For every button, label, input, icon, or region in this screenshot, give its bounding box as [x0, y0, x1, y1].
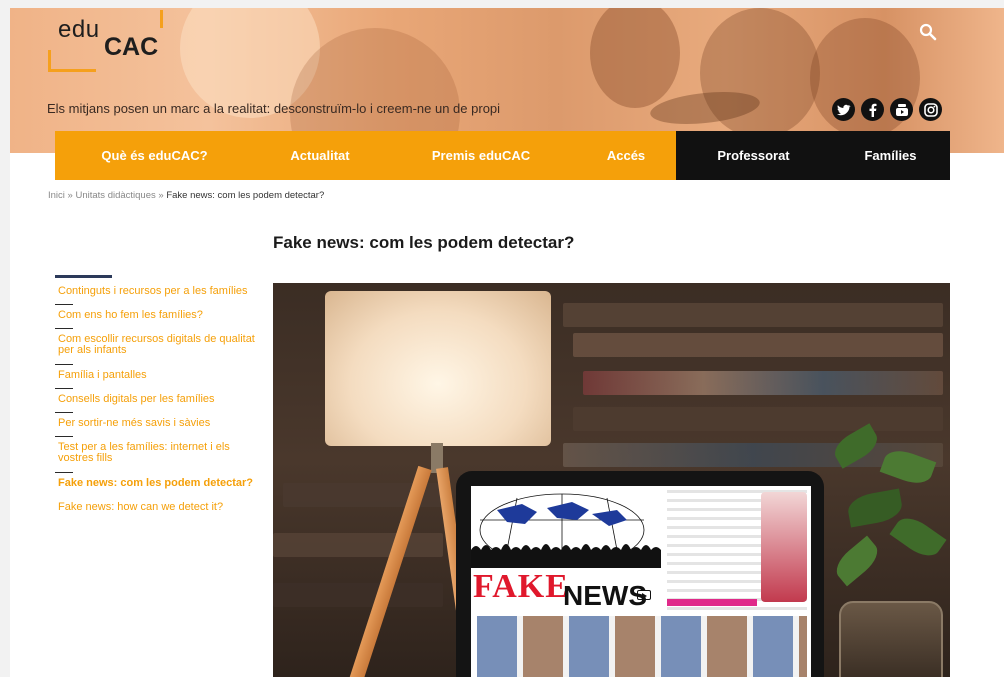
bookshelf-row — [273, 583, 443, 607]
social-links — [832, 98, 942, 121]
banner-photo-shape — [590, 8, 680, 108]
sidebar-item-rule — [55, 328, 73, 329]
search-icon[interactable] — [918, 22, 938, 42]
instagram-icon[interactable] — [919, 98, 942, 121]
main-nav-orange: Què és eduCAC? Actualitat Premis eduCAC … — [55, 131, 676, 180]
educac-logo[interactable]: edu CAC — [48, 10, 163, 72]
breadcrumb-current: Fake news: com les podem detectar? — [166, 190, 325, 201]
twitter-icon[interactable] — [832, 98, 855, 121]
sidebar-item-label: Com escollir recursos digitals de qualit… — [58, 333, 255, 356]
main-nav-dark: Professorat Famílies — [676, 131, 950, 180]
sidebar-item-test-families[interactable]: Test per a les famílies: internet i els … — [55, 436, 245, 464]
tablet-screen: FAKE NEWS — [471, 486, 811, 677]
sidebar-item-label: Fake news: com les podem detectar? — [58, 477, 254, 489]
plant-leaf — [889, 511, 947, 563]
sidebar-item-label: Per sortir-ne més savis i sàvies — [58, 417, 211, 429]
sidebar-item-rule — [55, 388, 73, 389]
fake-news-headline-fake: FAKE — [473, 568, 569, 605]
sidebar-item-consells-digitals[interactable]: Consells digitals per les famílies — [55, 388, 215, 405]
nav-item-premis-educac[interactable]: Premis eduCAC — [386, 131, 576, 180]
window-left-edge — [0, 0, 10, 677]
logo-corner-bar — [160, 10, 163, 28]
bookshelf-row — [573, 407, 943, 431]
logo-text-cac: CAC — [104, 33, 159, 61]
sidebar-item-com-escollir-recursos[interactable]: Com escollir recursos digitals de qualit… — [55, 328, 255, 356]
breadcrumb-section[interactable]: Unitats didàctiques — [75, 190, 155, 201]
bookshelf-row — [273, 533, 443, 557]
glass-jar — [839, 601, 943, 677]
sidebar-item-rule — [55, 412, 73, 413]
plant-leaf — [830, 535, 884, 587]
youtube-icon[interactable] — [890, 98, 913, 121]
main-nav: Què és eduCAC? Actualitat Premis eduCAC … — [55, 131, 950, 180]
sidebar-item-continguts[interactable]: Continguts i recursos per a les famílies — [55, 286, 248, 297]
screen-pink-banner — [667, 599, 757, 606]
sidebar-item-per-sortir-ne[interactable]: Per sortir-ne més savis i sàvies — [55, 412, 211, 429]
sidebar-item-label: Continguts i recursos per a les famílies — [58, 285, 248, 297]
sidebar-item-fake-news-en[interactable]: Fake news: how can we detect it? — [55, 502, 223, 513]
bookshelf-row — [573, 333, 943, 357]
sidebar-item-rule — [55, 472, 73, 473]
fake-news-headline-news: NEWS — [563, 580, 647, 611]
nav-item-acces[interactable]: Accés — [576, 131, 676, 180]
logo-text-edu: edu — [58, 16, 100, 43]
window-top-edge — [0, 0, 1004, 8]
breadcrumb-home[interactable]: Inici — [48, 190, 65, 201]
sidebar-item-label: Consells digitals per les famílies — [58, 393, 215, 405]
sidebar-item-familia-i-pantalles[interactable]: Família i pantalles — [55, 364, 147, 381]
nav-item-families[interactable]: Famílies — [831, 131, 950, 180]
page-title: Fake news: com les podem detectar? — [273, 233, 575, 252]
hero-image: FAKE NEWS — [273, 283, 950, 677]
screen-thumbnails — [477, 616, 807, 677]
screen-person-photo — [761, 492, 807, 602]
breadcrumb: Inici » Unitats didàctiques » Fake news:… — [48, 190, 324, 201]
sidebar-item-rule — [55, 304, 73, 305]
sidebar-item-label: Test per a les famílies: internet i els … — [58, 441, 230, 464]
crowd-silhouette-graphic — [471, 544, 661, 568]
breadcrumb-separator: » — [158, 190, 164, 201]
sidebar-item-fake-news-ca[interactable]: Fake news: com les podem detectar? — [55, 472, 254, 489]
plant-leaf — [845, 488, 905, 528]
sidebar-top-rule — [55, 275, 112, 278]
logo-corner-bar — [48, 69, 96, 72]
site-tagline: Els mitjans posen un marc a la realitat:… — [47, 101, 501, 116]
sidebar-item-label: Com ens ho fem les famílies? — [58, 309, 203, 321]
nav-item-que-es-educac[interactable]: Què és eduCAC? — [55, 131, 254, 180]
nav-item-professorat[interactable]: Professorat — [676, 131, 831, 180]
lamp-shade — [325, 291, 551, 446]
sidebar-item-label: Fake news: how can we detect it? — [58, 501, 224, 513]
facebook-icon[interactable] — [861, 98, 884, 121]
nav-item-actualitat[interactable]: Actualitat — [254, 131, 386, 180]
sidebar-item-rule — [55, 436, 73, 437]
sidebar-item-label: Família i pantalles — [58, 369, 147, 381]
sidebar-item-com-ens-ho-fem[interactable]: Com ens ho fem les famílies? — [55, 304, 203, 321]
sidebar-item-rule — [55, 364, 73, 365]
play-icon — [637, 590, 651, 600]
breadcrumb-separator: » — [67, 190, 73, 201]
bookshelf-row — [563, 303, 943, 327]
bookshelf-row — [583, 371, 943, 395]
